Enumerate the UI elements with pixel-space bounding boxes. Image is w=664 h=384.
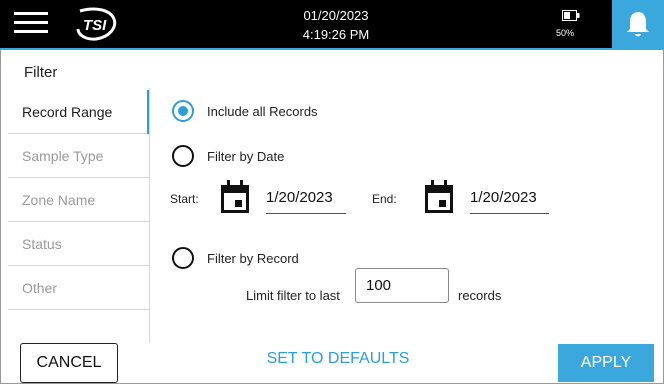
limit-unit-label: records — [458, 288, 502, 303]
sidebar-item-status[interactable]: Status — [8, 222, 149, 266]
battery-icon — [562, 10, 580, 21]
sidebar-item-sample-type[interactable]: Sample Type — [8, 134, 149, 178]
header-accent-line — [0, 48, 664, 50]
header-date: 01/20/2023 — [303, 8, 369, 23]
start-date-field[interactable]: 1/20/2023 — [266, 189, 346, 214]
filter-by-record-label: Filter by Record — [207, 251, 299, 266]
tsi-logo-icon: TSI — [76, 7, 117, 41]
sidebar-item-label: Zone Name — [22, 192, 96, 208]
include-all-records-label: Include all Records — [207, 104, 318, 119]
start-calendar-icon[interactable] — [220, 180, 250, 214]
end-date-field[interactable]: 1/20/2023 — [470, 189, 549, 214]
cancel-button[interactable]: CANCEL — [20, 343, 118, 383]
battery-percent: 50% — [556, 28, 575, 38]
sidebar-item-label: Other — [22, 280, 58, 296]
limit-records-input[interactable] — [355, 268, 449, 303]
sidebar-item-label: Record Range — [22, 104, 113, 120]
filter-by-date-label: Filter by Date — [207, 149, 285, 164]
end-date-label: End: — [372, 192, 397, 206]
filter-by-date-radio[interactable] — [172, 145, 194, 167]
apply-button[interactable]: APPLY — [558, 344, 654, 382]
filter-by-record-radio[interactable] — [172, 247, 194, 269]
sidebar-item-other[interactable]: Other — [8, 266, 149, 310]
sidebar-divider — [149, 88, 150, 343]
limit-filter-label: Limit filter to last — [246, 288, 340, 303]
sidebar-item-label: Sample Type — [22, 148, 104, 164]
header-time: 4:19:26 PM — [302, 27, 370, 42]
svg-text:TSI: TSI — [83, 17, 107, 34]
bell-icon — [627, 12, 649, 37]
sidebar-item-record-range[interactable]: Record Range — [8, 90, 149, 134]
start-date-label: Start: — [170, 192, 199, 206]
end-calendar-icon[interactable] — [424, 180, 454, 214]
include-all-records-radio[interactable] — [172, 100, 194, 122]
set-to-defaults-button[interactable]: SET TO DEFAULTS — [250, 350, 426, 368]
page-title: Filter — [24, 64, 58, 81]
sidebar-item-zone-name[interactable]: Zone Name — [8, 178, 149, 222]
top-bar: TSI 01/20/2023 4:19:26 PM 50% — [0, 0, 664, 48]
alerts-button[interactable] — [612, 0, 664, 48]
sidebar-item-label: Status — [22, 236, 62, 252]
hamburger-menu-icon[interactable] — [14, 10, 48, 36]
